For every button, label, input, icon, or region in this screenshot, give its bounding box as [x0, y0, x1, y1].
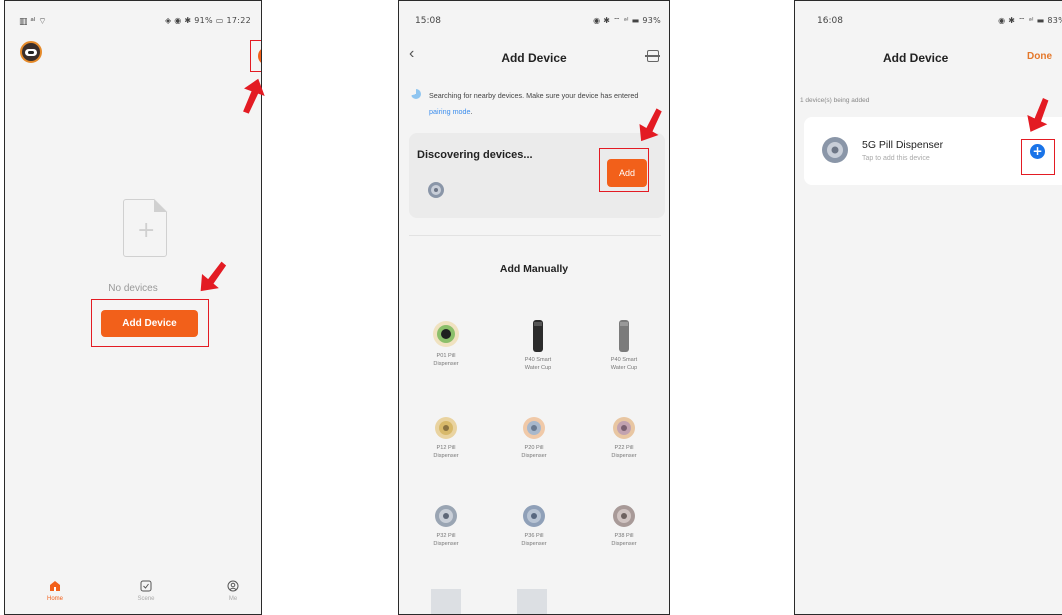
- pill-dispenser-icon: [435, 417, 457, 439]
- highlight-box-add: [599, 148, 649, 192]
- device-item-p40-a[interactable]: P40 Smart Water Cup: [503, 319, 573, 372]
- device-name: P22 Pill: [614, 445, 634, 451]
- pill-dispenser-icon: [433, 321, 459, 347]
- highlight-box-add-device: [91, 299, 209, 347]
- empty-file-icon: +: [123, 198, 168, 257]
- device-type: Water Cup: [524, 364, 552, 371]
- status-bar-right: ◉ ✱ ⌔ ᵃˡ ▬ 93%: [593, 16, 661, 25]
- status-bar-left: 15:08: [415, 16, 441, 26]
- device-item-p12[interactable]: P12 Pill Dispenser: [411, 415, 481, 460]
- device-type: Dispenser: [433, 452, 459, 459]
- device-item-p20[interactable]: P20 Pill Dispenser: [499, 415, 569, 460]
- device-name: P40 Smart: [524, 357, 552, 363]
- tab-me[interactable]: Me: [208, 580, 258, 602]
- device-name: P36 Pill: [524, 533, 544, 539]
- highlight-box-add: [250, 40, 261, 72]
- device-item-p01[interactable]: P01 Pill Dispenser: [411, 319, 481, 368]
- done-button[interactable]: Done: [1027, 51, 1052, 62]
- device-name: P20 Pill: [524, 445, 544, 451]
- red-arrow-icon: [243, 78, 265, 114]
- pill-dispenser-icon: [523, 505, 545, 527]
- tab-label-scene: Scene: [137, 596, 155, 602]
- device-type: Water Cup: [610, 364, 638, 371]
- home-icon: [50, 581, 60, 591]
- device-name: P38 Pill: [614, 533, 634, 539]
- device-type: Dispenser: [521, 540, 547, 547]
- tab-scene[interactable]: Scene: [121, 580, 171, 602]
- pill-dispenser-icon: [613, 417, 635, 439]
- search-note-text: Searching for nearby devices. Make sure …: [429, 91, 639, 100]
- highlight-box-add: [1021, 139, 1055, 175]
- device-item-p40-b[interactable]: P40 Smart Water Cup: [589, 319, 659, 372]
- tab-label-home: Home: [46, 596, 63, 602]
- search-note: Searching for nearby devices. Make sure …: [429, 88, 661, 120]
- red-arrow-icon: [1027, 97, 1049, 132]
- device-item-p22[interactable]: P22 Pill Dispenser: [589, 415, 659, 460]
- discovering-title: Discovering devices...: [417, 149, 533, 161]
- device-thumb-partial[interactable]: [431, 589, 461, 614]
- tab-label-me: Me: [228, 596, 238, 602]
- status-bar-left: ▥ ᵃˡ ⌔: [19, 17, 47, 27]
- adding-count-note: 1 device(s) being added: [800, 97, 870, 104]
- device-thumb-partial[interactable]: [517, 589, 547, 614]
- device-name: P01 Pill: [436, 353, 456, 359]
- pill-dispenser-icon: [435, 505, 457, 527]
- phone-device-added-screen: 16:08 ◉ ✱ ⌔ ᵃˡ ▬ 83% Add Device Done 1 d…: [794, 0, 1062, 615]
- tab-home[interactable]: Home: [30, 580, 80, 602]
- page-title: Add Device: [883, 51, 949, 65]
- pairing-mode-link[interactable]: pairing mode: [429, 107, 471, 116]
- device-type: Dispenser: [611, 540, 637, 547]
- search-note-end: .: [470, 107, 473, 116]
- device-name: P40 Smart: [610, 357, 638, 363]
- device-name: P12 Pill: [436, 445, 456, 451]
- searching-spinner-icon: [411, 89, 421, 99]
- device-item-p38[interactable]: P38 Pill Dispenser: [589, 503, 659, 548]
- divider: [409, 235, 661, 236]
- phone-add-device-screen: 15:08 ◉ ✱ ⌔ ᵃˡ ▬ 93% ‹ Add Device Search…: [398, 0, 670, 615]
- device-item-p36[interactable]: P36 Pill Dispenser: [499, 503, 569, 548]
- device-item-p32[interactable]: P32 Pill Dispenser: [411, 503, 481, 548]
- device-type: Dispenser: [521, 452, 547, 459]
- device-type: Dispenser: [611, 452, 637, 459]
- page-title: Add Device: [501, 51, 567, 65]
- scene-icon: [140, 580, 152, 592]
- device-type: Dispenser: [433, 360, 459, 367]
- pill-dispenser-thumb-icon: [428, 182, 444, 198]
- status-bar-left: 16:08: [817, 16, 843, 26]
- add-manually-title: Add Manually: [499, 263, 569, 275]
- pill-dispenser-thumb-icon: [822, 137, 848, 163]
- status-bar-right: ◉ ✱ ⌔ ᵃˡ ▬ 83%: [998, 16, 1062, 25]
- red-arrow-icon: [200, 261, 227, 292]
- robot-avatar-icon[interactable]: [20, 41, 42, 63]
- me-icon: [227, 580, 239, 592]
- bottom-tab-bar: Home Scene Me: [5, 574, 261, 614]
- phone-home-screen: ▥ ᵃˡ ⌔ ◈ ◉ ✱ 91% ▭ 17:22 + + No devices …: [4, 0, 262, 615]
- water-cup-icon: [533, 320, 543, 352]
- red-arrow-icon: [639, 108, 662, 142]
- device-subtitle: Tap to add this device: [862, 155, 930, 162]
- scan-icon[interactable]: [645, 50, 660, 62]
- device-name: P32 Pill: [436, 533, 456, 539]
- device-name: 5G Pill Dispenser: [862, 139, 944, 151]
- device-type: Dispenser: [433, 540, 459, 547]
- status-bar-right: ◈ ◉ ✱ 91% ▭ 17:22: [164, 16, 251, 25]
- water-cup-icon: [619, 320, 629, 352]
- pill-dispenser-icon: [523, 417, 545, 439]
- pill-dispenser-icon: [613, 505, 635, 527]
